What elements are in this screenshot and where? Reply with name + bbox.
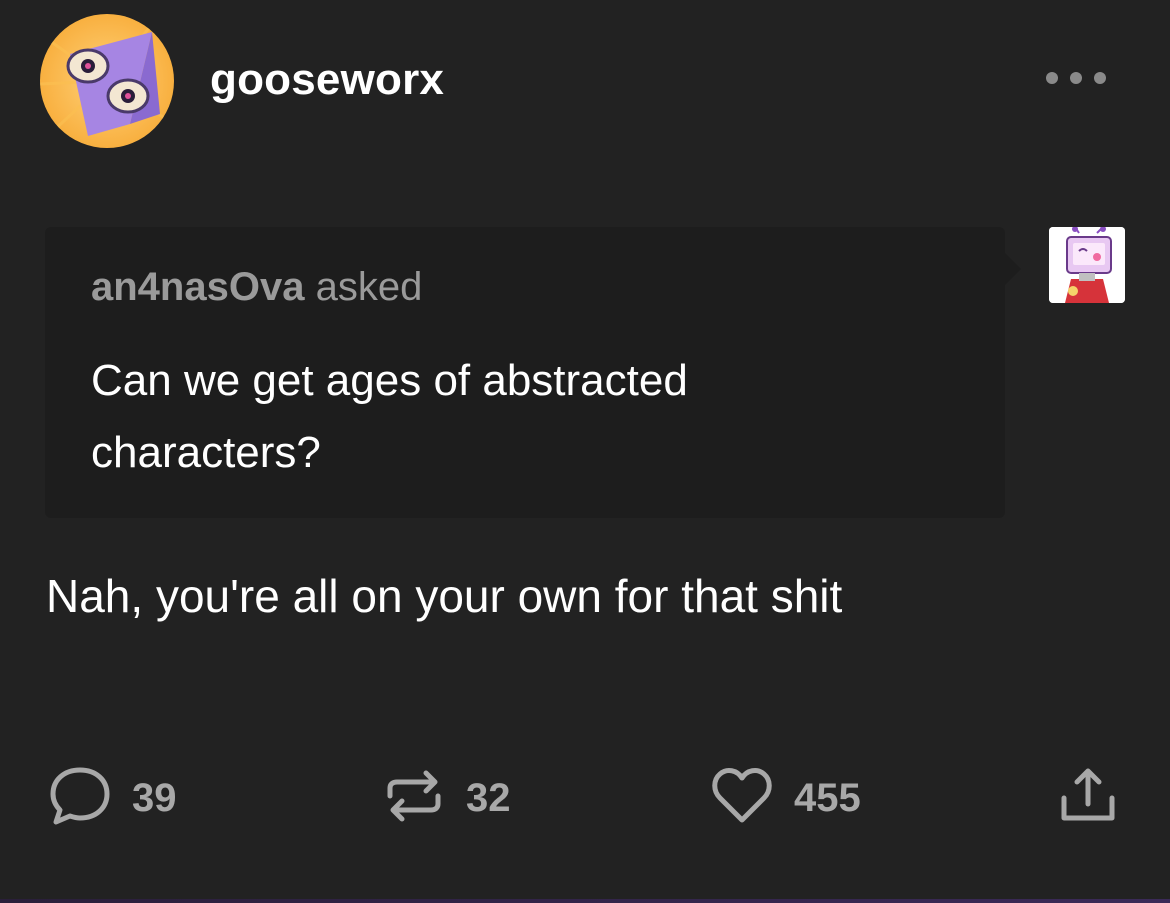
- share-icon: [1056, 764, 1120, 833]
- like-count: 455: [794, 775, 861, 820]
- like-button[interactable]: 455: [710, 766, 861, 830]
- heart-icon: [710, 764, 774, 833]
- more-dots-icon: [1070, 72, 1082, 84]
- reblog-arrows-icon: [382, 764, 446, 833]
- asked-label: asked: [315, 265, 423, 309]
- reply-count: 39: [132, 775, 177, 820]
- more-dots-icon: [1046, 72, 1058, 84]
- asker-line: an4nasOva asked: [91, 261, 959, 313]
- author-avatar[interactable]: [40, 14, 174, 148]
- author-username[interactable]: gooseworx: [210, 55, 444, 105]
- reblog-count: 32: [466, 775, 511, 820]
- speech-bubble-icon: [48, 764, 112, 833]
- post-card: gooseworx an4nasOva asked Can we get age…: [0, 0, 1170, 903]
- share-button[interactable]: [1056, 766, 1120, 830]
- ask-box: an4nasOva asked Can we get ages of abstr…: [45, 227, 1021, 518]
- reblog-button[interactable]: 32: [382, 766, 511, 830]
- post-answer: Nah, you're all on your own for that shi…: [46, 570, 843, 622]
- bottom-accent-bar: [0, 899, 1170, 903]
- post-header: gooseworx: [40, 14, 444, 148]
- more-options-button[interactable]: [1046, 64, 1106, 92]
- reply-button[interactable]: 39: [48, 766, 177, 830]
- asker-username[interactable]: an4nasOva: [91, 265, 304, 309]
- ask-question: Can we get ages of abstracted characters…: [91, 356, 688, 477]
- asker-avatar[interactable]: [1049, 227, 1125, 303]
- more-dots-icon: [1094, 72, 1106, 84]
